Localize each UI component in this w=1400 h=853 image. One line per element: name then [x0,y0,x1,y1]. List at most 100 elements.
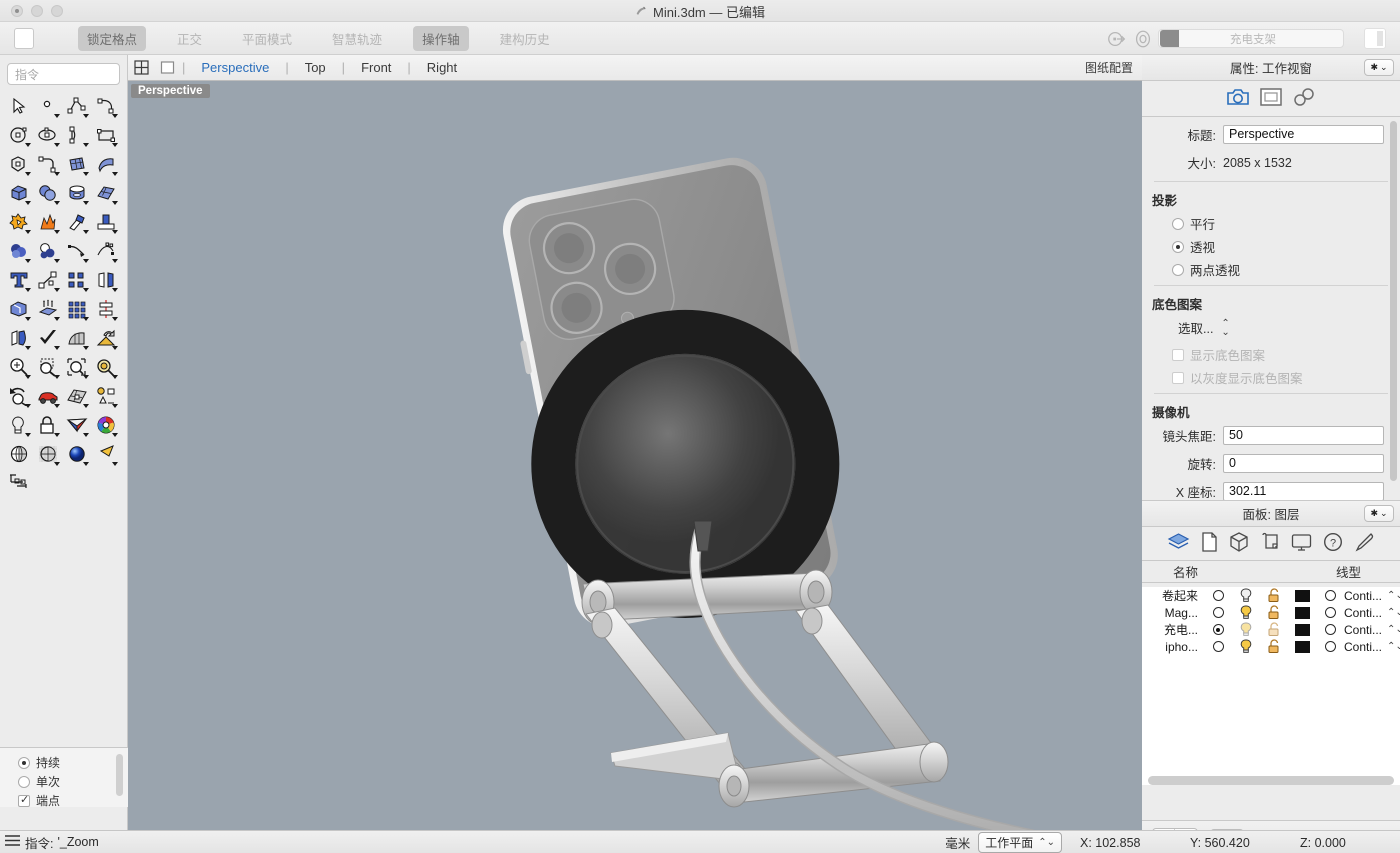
help-icon[interactable]: ? [1323,532,1343,555]
mode-toggle-gridsnap[interactable]: 锁定格点 [78,26,146,51]
material-circle-icon[interactable] [1316,590,1344,601]
command-search-input[interactable]: 指令 [7,63,120,85]
stepper-icon[interactable]: ⌃⌄ [1221,319,1229,337]
linetype-value[interactable]: Conti... [1344,606,1382,620]
wallpaper-select-row[interactable]: 选取... ⌃⌄ [1178,318,1400,337]
current-layer-radio[interactable] [1204,624,1232,635]
visibility-bulb-icon[interactable] [1232,605,1260,620]
array-icon[interactable] [62,265,91,294]
extrude-icon[interactable] [33,294,62,323]
undo-view-icon[interactable] [4,381,33,410]
table-row[interactable]: Mag... Conti... ⌃⌄ ⌃⌄ [1142,604,1400,621]
projection-option-parallel[interactable]: 平行 [1172,214,1400,233]
material-circle-icon[interactable] [1316,607,1344,618]
polygon-icon[interactable] [4,149,33,178]
command-prompt-value[interactable]: '_Zoom [57,835,98,849]
options-scrollbar[interactable] [116,754,123,796]
zoom-icon[interactable] [4,352,33,381]
wallpaper-gray-row[interactable]: 以灰度显示底色图案 [1172,368,1400,387]
loft-surface-icon[interactable] [91,149,120,178]
option-continuous[interactable]: 持续 [18,754,128,771]
lock-icon[interactable] [1260,588,1288,603]
point-icon[interactable] [33,91,62,120]
radio-once[interactable] [18,776,30,788]
polyline-icon[interactable] [62,91,91,120]
shade-icon[interactable] [4,439,33,468]
layer-color-swatch[interactable] [1288,590,1316,602]
material-circle-icon[interactable] [1316,641,1344,652]
stepper-icon[interactable]: ⌃⌄ [1387,608,1400,617]
rectangular-array-icon[interactable] [62,294,91,323]
camera-focal-input[interactable]: 50 [1223,426,1384,445]
cylinder-icon[interactable] [62,178,91,207]
current-layer-radio[interactable] [1204,607,1232,618]
boolean-difference-icon[interactable] [33,236,62,265]
map-icon[interactable] [62,381,91,410]
brush-icon[interactable] [1354,532,1375,555]
box-solid-icon[interactable] [4,178,33,207]
sphere-boolean-icon[interactable] [33,178,62,207]
extend-icon[interactable] [91,207,120,236]
trim-icon[interactable] [62,207,91,236]
layer-color-swatch[interactable] [1288,607,1316,619]
mode-toggle-ortho[interactable]: 正交 [168,26,211,51]
fillet-curve-icon[interactable] [33,149,62,178]
surface-grid-icon[interactable] [91,178,120,207]
option-once[interactable]: 单次 [18,773,128,790]
solid-edit-icon[interactable] [4,294,33,323]
bend-icon[interactable] [4,323,33,352]
lock-icon[interactable] [1260,639,1288,654]
current-layer-selector[interactable]: 充电支架 [1158,29,1344,48]
viewport-icon[interactable] [1260,88,1282,109]
table-row[interactable]: 充电... Conti... ⌃⌄ ⌃⌄ [1142,621,1400,638]
object-props-icon[interactable] [91,381,120,410]
layer-name[interactable]: 卷起来 [1142,587,1204,604]
boolean-union-icon[interactable] [4,236,33,265]
mode-toggle-planar[interactable]: 平面模式 [233,26,301,51]
tab-top[interactable]: Top [291,60,340,75]
checkbox-snap-end[interactable] [18,795,30,807]
camera-icon[interactable] [1226,88,1250,109]
lock-icon[interactable] [1260,622,1288,637]
stepper-icon[interactable]: ⌃⌄ [1038,838,1055,847]
scale-icon[interactable] [33,265,62,294]
visibility-bulb-icon[interactable] [1232,622,1260,637]
current-layer-radio[interactable] [1204,590,1232,601]
ellipse-icon[interactable] [33,120,62,149]
projection-option-perspective[interactable]: 透视 [1172,237,1400,256]
tab-right[interactable]: Right [413,60,471,75]
curve-from-points-icon[interactable] [91,236,120,265]
cplane-selector[interactable]: 工作平面 ⌃⌄ [978,832,1062,853]
layer-target-icon[interactable] [1132,28,1154,50]
single-viewport-icon[interactable] [154,55,180,81]
linked-icon[interactable] [1292,88,1316,109]
spotlight-icon[interactable] [91,439,120,468]
radio-continuous[interactable] [18,757,30,769]
surface-patch-icon[interactable] [62,149,91,178]
material-circle-icon[interactable] [1316,624,1344,635]
radio-two-point[interactable] [1172,264,1184,276]
visibility-bulb-icon[interactable] [1232,588,1260,603]
linetype-value[interactable]: Conti... [1344,623,1382,637]
layers-gear-button[interactable]: ✱ ⌄ [1364,505,1394,522]
camera-x-input[interactable]: 302.11 [1223,482,1384,501]
zoom-extents-icon[interactable] [62,352,91,381]
properties-scrollbar[interactable] [1390,121,1397,481]
align-icon[interactable] [91,294,120,323]
perspective-viewport[interactable]: Perspective [128,81,1142,830]
mirror-icon[interactable] [91,265,120,294]
circle-icon[interactable] [4,120,33,149]
render-mesh-icon[interactable] [62,410,91,439]
mode-toggle-gumball[interactable]: 操作轴 [413,26,469,51]
properties-gear-button[interactable]: ✱ ⌄ [1364,59,1394,76]
display-icon[interactable] [1291,532,1312,555]
mode-toggle-smarttrack[interactable]: 智慧轨迹 [323,26,391,51]
blend-curve-icon[interactable] [62,236,91,265]
sidebar-toggle-icon[interactable] [14,28,34,49]
lock-icon[interactable] [33,410,62,439]
stepper-icon[interactable]: ⌃⌄ [1387,642,1400,651]
projection-option-two-point[interactable]: 两点透视 [1172,260,1400,279]
camera-rotation-input[interactable]: 0 [1223,454,1384,473]
layers-horizontal-scrollbar[interactable] [1148,776,1394,785]
zoom-window-icon[interactable] [33,352,62,381]
